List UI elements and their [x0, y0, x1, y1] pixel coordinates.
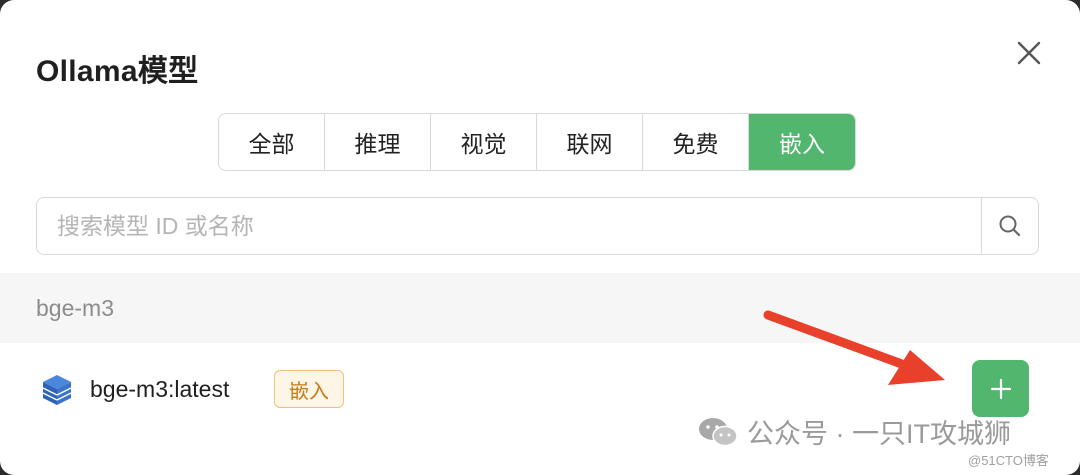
- tab-free[interactable]: 免费: [643, 114, 749, 170]
- search-icon: [999, 215, 1021, 237]
- tab-reasoning[interactable]: 推理: [325, 114, 431, 170]
- blog-watermark: @51CTO博客: [968, 453, 1049, 468]
- model-cube-icon: [40, 373, 74, 407]
- wechat-icon: [699, 417, 738, 446]
- tab-all[interactable]: 全部: [219, 114, 325, 170]
- plus-icon: [990, 378, 1011, 399]
- close-button[interactable]: [1012, 36, 1046, 70]
- tab-vision[interactable]: 视觉: [431, 114, 537, 170]
- model-group-header: bge-m3: [0, 273, 1080, 343]
- tab-web[interactable]: 联网: [537, 114, 643, 170]
- ollama-model-dialog: Ollama模型 全部 推理 视觉 联网 免费 嵌入 bge-m3: [0, 0, 1080, 475]
- category-tabs: 全部 推理 视觉 联网 免费 嵌入: [218, 113, 856, 171]
- group-label: bge-m3: [36, 295, 114, 321]
- close-icon: [1017, 41, 1041, 65]
- search-input[interactable]: [37, 198, 981, 254]
- dialog-title: Ollama模型: [36, 55, 199, 88]
- tab-embedding[interactable]: 嵌入: [749, 114, 855, 170]
- embedding-tag-badge: 嵌入: [274, 370, 344, 408]
- search-box: [36, 197, 1039, 255]
- add-model-button[interactable]: [972, 360, 1029, 417]
- watermark-text: 公众号 · 一只IT攻城狮: [747, 419, 1011, 449]
- search-button[interactable]: [981, 198, 1038, 254]
- watermark: 公众号 · 一只IT攻城狮: [697, 412, 1011, 451]
- model-name: bge-m3:latest: [90, 376, 230, 402]
